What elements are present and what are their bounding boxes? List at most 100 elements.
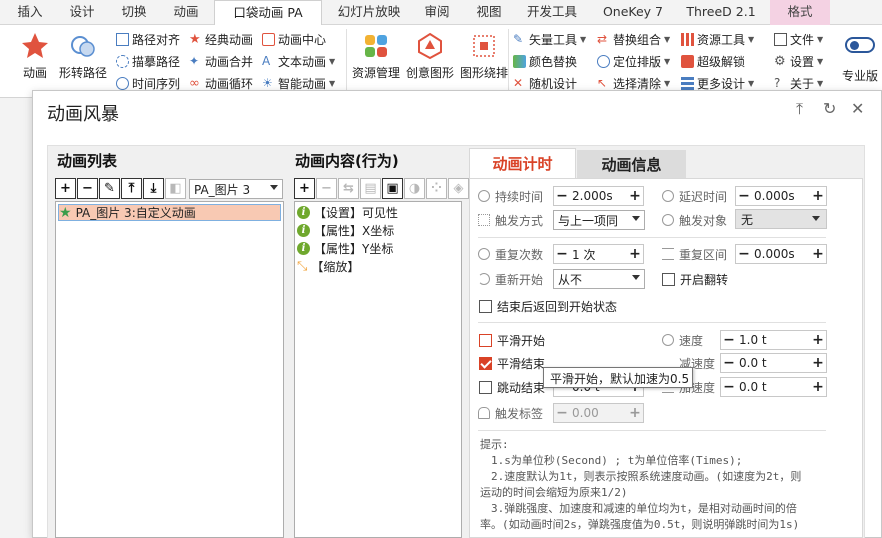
tab-review[interactable]: 审阅 xyxy=(414,0,460,25)
ungroup-icon[interactable]: ◈ xyxy=(448,178,469,199)
anim-center-icon xyxy=(262,32,275,46)
decrement-button[interactable]: − xyxy=(736,188,752,204)
decel-stepper[interactable]: −0.0 t + xyxy=(720,353,827,373)
question-icon: ? xyxy=(774,75,781,90)
list-item[interactable]: ★ PA_图片 3:自定义动画 xyxy=(58,204,281,221)
anim-center-button[interactable]: 动画中心 xyxy=(262,30,326,48)
split-icon[interactable]: ◧ xyxy=(165,178,186,199)
tab-anim-timing[interactable]: 动画计时 xyxy=(469,148,576,178)
tab-design[interactable]: 设计 xyxy=(58,0,106,25)
path-align-button[interactable]: 路径对齐 xyxy=(116,30,180,48)
brush-icon[interactable]: ✎ xyxy=(99,178,120,199)
file-menu-button[interactable]: 文件 ▼ xyxy=(774,30,823,48)
position-layout-button[interactable]: 定位排版 ▼ xyxy=(597,52,670,70)
duration-stepper[interactable]: −2.000s + xyxy=(553,186,644,206)
star-icon: ★ xyxy=(59,204,72,221)
decrement-button[interactable]: − xyxy=(554,246,570,262)
increment-button[interactable]: + xyxy=(627,188,643,204)
classic-anim-button[interactable]: ★ 经典动画 xyxy=(189,30,253,48)
list-item[interactable]: i 【属性】X坐标 xyxy=(297,222,459,239)
smooth-end-checkbox[interactable]: 平滑结束 xyxy=(479,353,545,373)
checkbox-box xyxy=(479,356,492,370)
color-replace-button[interactable]: 颜色替换 xyxy=(513,52,577,70)
increment-button[interactable]: + xyxy=(627,246,643,262)
anim-storm-button[interactable]: 动画 xyxy=(14,31,56,81)
shape-path-button[interactable]: 形转路径 xyxy=(56,31,110,81)
settings-menu-button[interactable]: ⚙ 设置 ▼ xyxy=(774,52,823,70)
increment-button[interactable]: + xyxy=(810,332,826,348)
tab-pocket-animation[interactable]: 口袋动画 PA xyxy=(214,0,322,26)
tab-onekey[interactable]: OneKey 7 xyxy=(594,0,672,25)
document-icon[interactable]: ▣ xyxy=(382,178,403,199)
decrement-button[interactable]: − xyxy=(554,405,570,421)
add-behavior-icon[interactable]: + xyxy=(294,178,315,199)
tab-format[interactable]: 格式 xyxy=(770,0,830,25)
speed-stepper[interactable]: −1.0 t + xyxy=(720,330,827,350)
move-top-icon[interactable]: ⤒ xyxy=(121,178,142,199)
add-icon[interactable]: + xyxy=(55,178,76,199)
decrement-button[interactable]: − xyxy=(554,188,570,204)
resource-manager-button[interactable]: 资源管理 xyxy=(350,31,402,81)
return-to-start-checkbox[interactable]: 结束后返回到开始状态 xyxy=(479,296,617,316)
increment-button[interactable]: + xyxy=(627,405,643,421)
contrast-icon[interactable]: ◑ xyxy=(404,178,425,199)
increment-button[interactable]: + xyxy=(810,246,826,262)
smooth-start-checkbox[interactable]: 平滑开始 xyxy=(479,330,545,350)
list-item[interactable]: ⤡ 【缩放】 xyxy=(297,258,459,275)
trigger-tag-stepper[interactable]: −0.00 + xyxy=(553,403,644,423)
bounce-end-checkbox[interactable]: 跳动结束 xyxy=(479,377,545,397)
convert-icon[interactable]: ⇆ xyxy=(338,178,359,199)
anim-merge-button[interactable]: ✦ 动画合并 xyxy=(189,52,253,70)
move-bottom-icon[interactable]: ⤓ xyxy=(143,178,164,199)
vector-tools-button[interactable]: ✎ 矢量工具 ▼ xyxy=(513,30,586,48)
pro-toggle[interactable] xyxy=(845,37,875,53)
list-item[interactable]: i 【设置】可见性 xyxy=(297,204,459,221)
shuffle-icon: ✕ xyxy=(513,75,524,90)
trigger-obj-select[interactable]: 无 xyxy=(735,209,827,229)
tab-developer[interactable]: 开发工具 xyxy=(518,0,586,25)
anim-content-list[interactable]: i 【设置】可见性 i 【属性】X坐标 i 【属性】Y坐标 ⤡ 【缩放】 xyxy=(294,201,462,538)
tab-slideshow[interactable]: 幻灯片放映 xyxy=(330,0,408,25)
resource-tools-button[interactable]: 资源工具 ▼ xyxy=(681,30,754,48)
delete-icon[interactable]: ▤ xyxy=(360,178,381,199)
super-unlock-button[interactable]: 超级解锁 xyxy=(681,52,745,70)
remove-behavior-icon[interactable]: − xyxy=(316,178,337,199)
refresh-icon[interactable]: ↻ xyxy=(823,99,836,118)
restart-select[interactable]: 从不 xyxy=(553,269,645,289)
graphic-wrap-button[interactable]: 图形绕排 xyxy=(458,31,510,81)
trace-path-button[interactable]: 描摹路径 xyxy=(116,52,180,70)
tab-animation[interactable]: 动画 xyxy=(162,0,210,25)
decrement-button[interactable]: − xyxy=(721,379,737,395)
decrement-button[interactable]: − xyxy=(721,332,737,348)
resource-icon xyxy=(365,35,387,57)
repeat-count-stepper[interactable]: −1 次 + xyxy=(553,244,644,264)
decrement-button[interactable]: − xyxy=(721,355,737,371)
delay-stepper[interactable]: −0.000s + xyxy=(735,186,827,206)
trigger-mode-select[interactable]: 与上一项同 xyxy=(553,210,645,230)
creative-shape-button[interactable]: 创意图形 xyxy=(404,31,456,81)
tab-view[interactable]: 视图 xyxy=(466,0,512,25)
text-anim-icon: A xyxy=(262,53,271,68)
flip-checkbox[interactable]: 开启翻转 xyxy=(662,269,728,289)
tab-transition[interactable]: 切换 xyxy=(110,0,158,25)
decrement-button[interactable]: − xyxy=(736,246,752,262)
trace-path-icon xyxy=(116,54,129,68)
increment-button[interactable]: + xyxy=(810,379,826,395)
text-anim-button[interactable]: A 文本动画 ▼ xyxy=(262,52,335,70)
increment-button[interactable]: + xyxy=(810,188,826,204)
remove-icon[interactable]: − xyxy=(77,178,98,199)
repeat-interval-stepper[interactable]: −0.000s + xyxy=(735,244,827,264)
tab-insert[interactable]: 插入 xyxy=(8,0,52,25)
replace-group-button[interactable]: ⇄ 替换组合 ▼ xyxy=(597,30,670,48)
accel-stepper[interactable]: −0.0 t + xyxy=(720,377,827,397)
increment-button[interactable]: + xyxy=(810,355,826,371)
close-icon[interactable]: ✕ xyxy=(851,99,864,118)
clock-icon xyxy=(478,190,490,202)
anim-list[interactable]: ★ PA_图片 3:自定义动画 xyxy=(55,201,284,538)
tab-anim-info[interactable]: 动画信息 xyxy=(577,150,686,178)
target-object-select[interactable]: PA_图片 3 xyxy=(189,179,283,199)
tab-threed[interactable]: ThreeD 2.1 xyxy=(680,0,762,25)
list-item[interactable]: i 【属性】Y坐标 xyxy=(297,240,459,257)
pin-top-icon[interactable]: ⤒ xyxy=(796,99,803,119)
group-icon[interactable]: ⁘ xyxy=(426,178,447,199)
